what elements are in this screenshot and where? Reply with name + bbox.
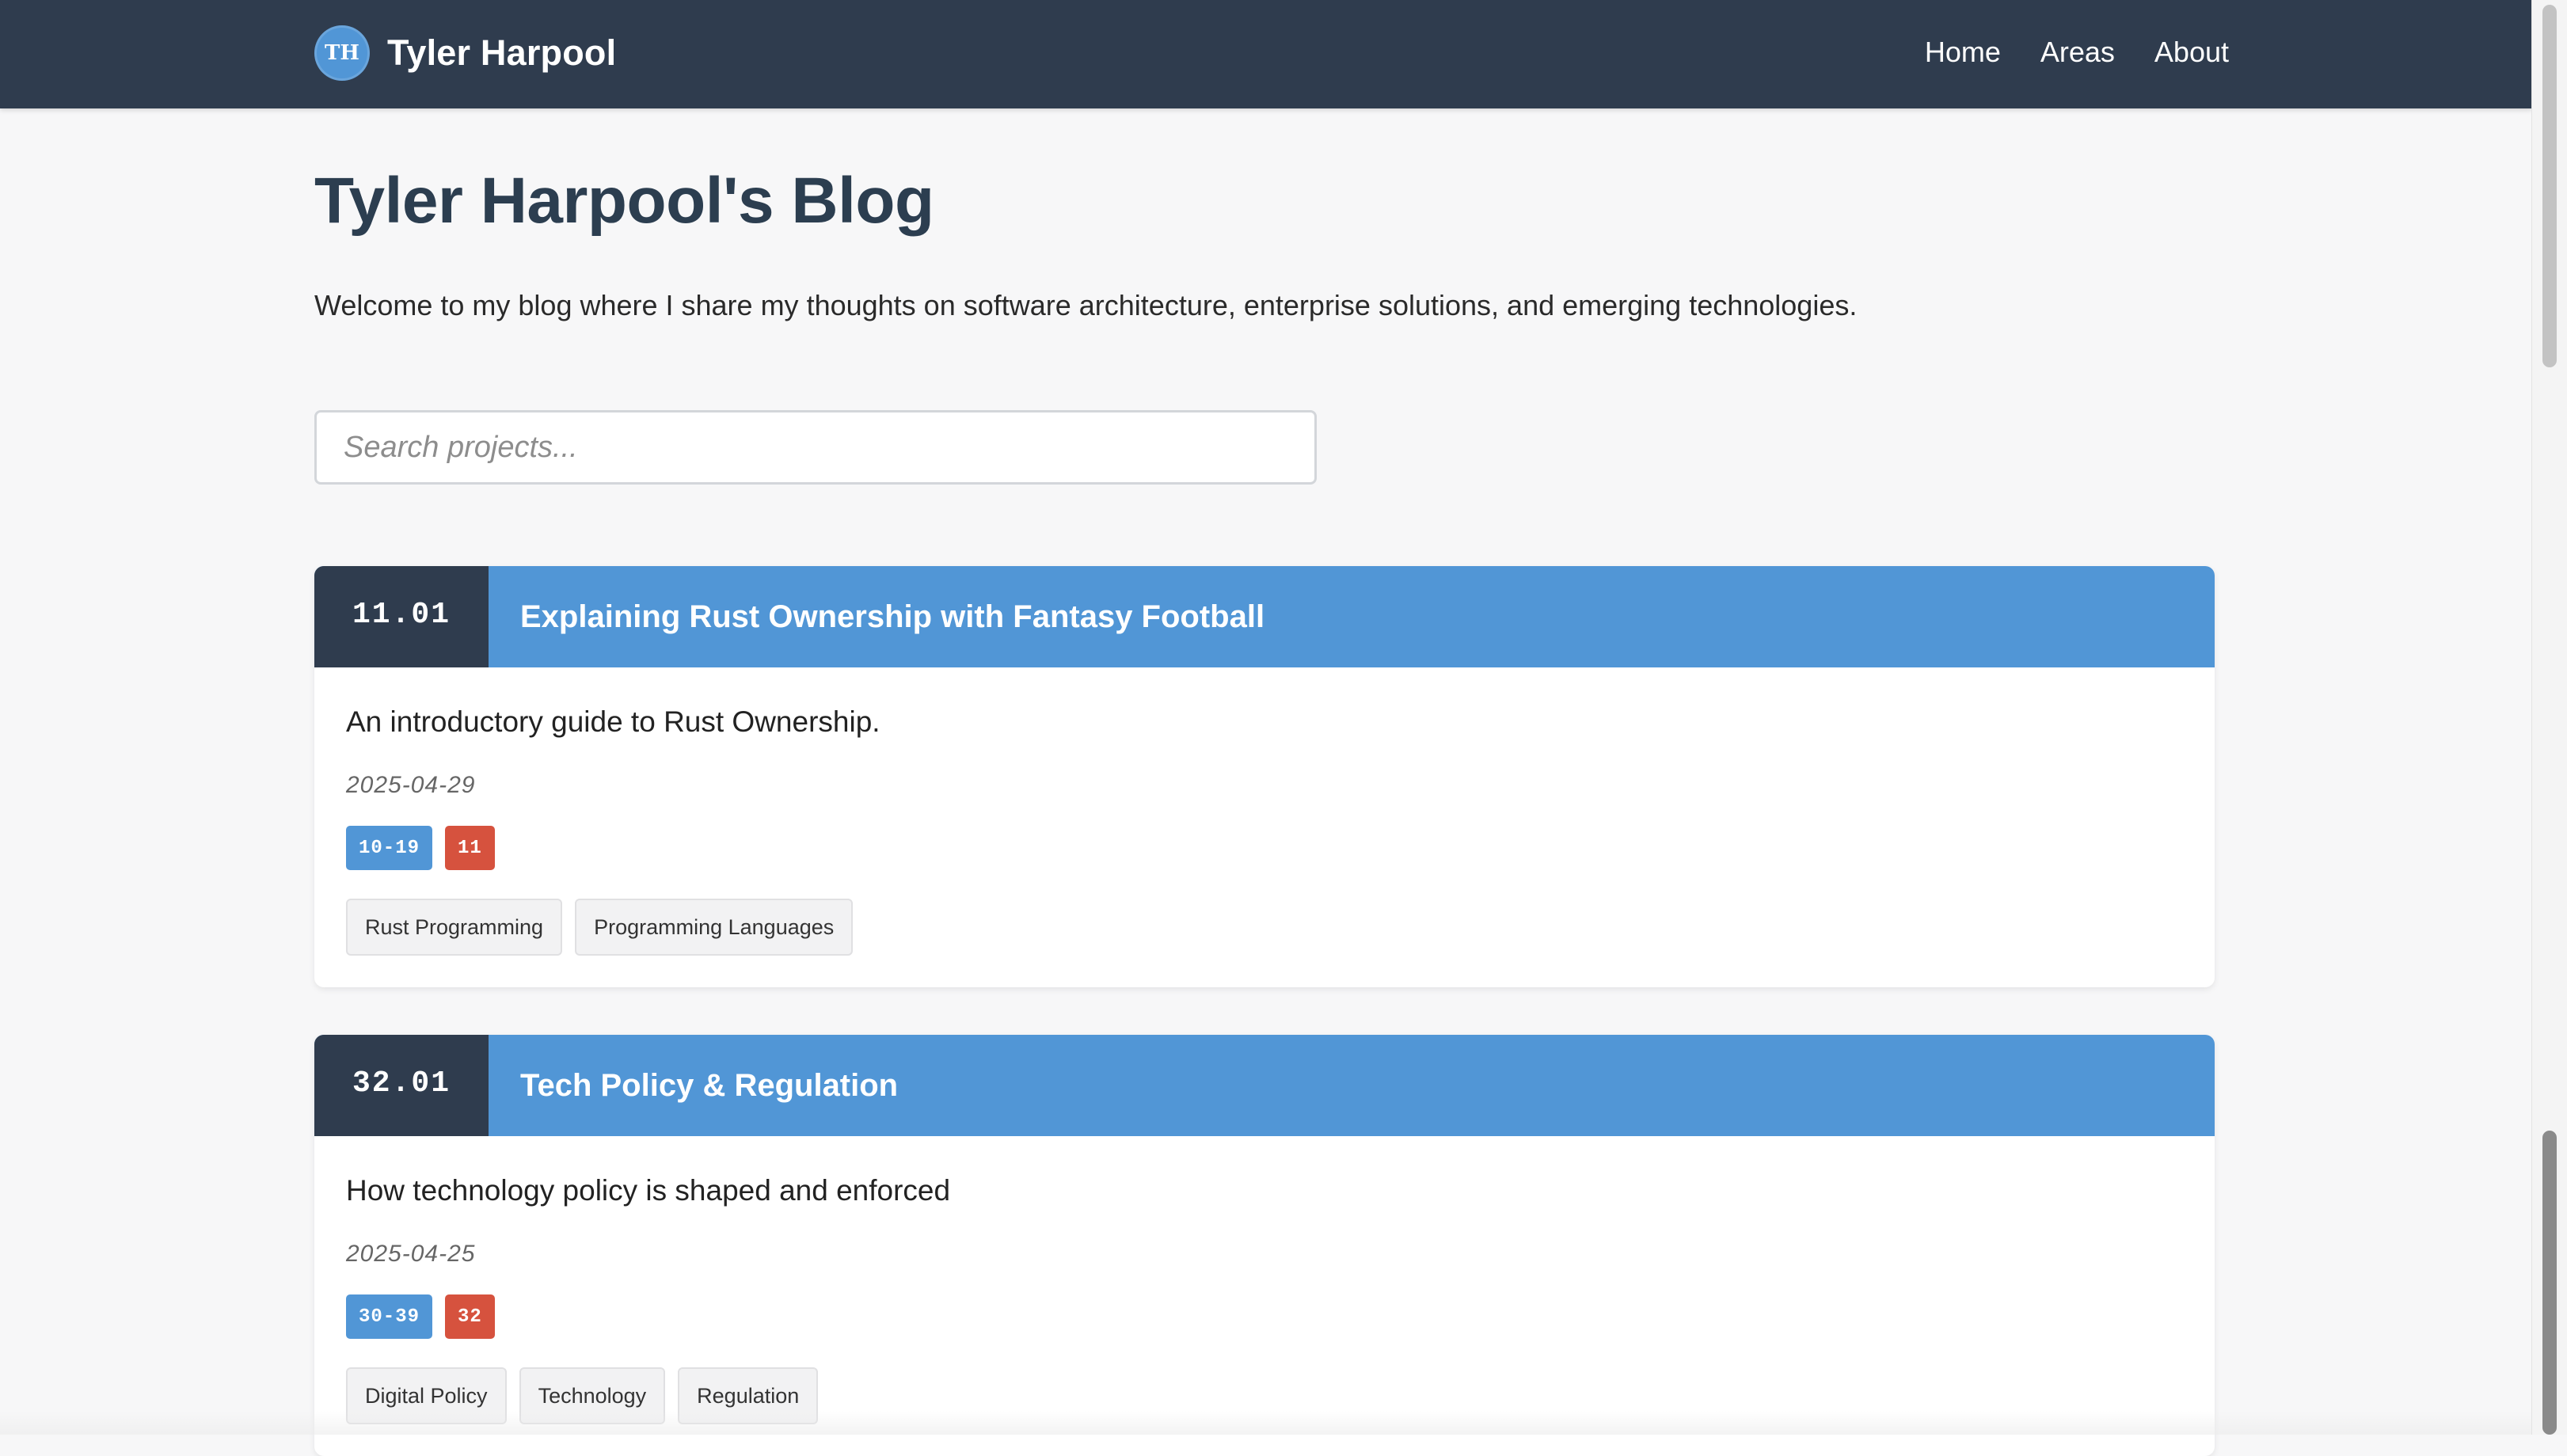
vertical-scrollbar[interactable] xyxy=(2531,0,2567,1435)
project-title-link[interactable]: Explaining Rust Ownership with Fantasy F… xyxy=(520,599,1264,635)
tag-chip[interactable]: Regulation xyxy=(678,1367,819,1424)
page-title: Tyler Harpool's Blog xyxy=(314,165,934,237)
top-navbar: TH Tyler Harpool Home Areas About xyxy=(0,0,2532,108)
project-id-badge: 11.01 xyxy=(314,566,489,667)
tag-chip[interactable]: Technology xyxy=(519,1367,666,1424)
project-card-body: An introductory guide to Rust Ownership.… xyxy=(314,667,2215,987)
intro-text: Welcome to my blog where I share my thou… xyxy=(314,289,1858,321)
scrollbar-thumb-secondary[interactable] xyxy=(2542,1131,2557,1435)
main-nav: Home Areas About xyxy=(1885,30,2229,74)
project-title-link[interactable]: Tech Policy & Regulation xyxy=(520,1068,898,1104)
area-codes: 30-39 32 xyxy=(346,1268,2183,1339)
category-badge[interactable]: 32 xyxy=(445,1294,495,1339)
tag-chip[interactable]: Rust Programming xyxy=(346,899,563,956)
project-id-badge: 32.01 xyxy=(314,1035,489,1136)
tag-chip[interactable]: Programming Languages xyxy=(575,899,854,956)
project-card-header: 32.01 Tech Policy & Regulation xyxy=(314,1035,2215,1136)
nav-link-about[interactable]: About xyxy=(2154,30,2229,74)
project-card-body: How technology policy is shaped and enfo… xyxy=(314,1136,2215,1456)
brand-name[interactable]: Tyler Harpool xyxy=(387,32,616,74)
project-card: 11.01 Explaining Rust Ownership with Fan… xyxy=(314,566,2215,987)
project-description: How technology policy is shaped and enfo… xyxy=(346,1174,951,1207)
tag-chip[interactable]: Digital Policy xyxy=(346,1367,507,1424)
search-input[interactable] xyxy=(314,410,1317,485)
area-range-badge[interactable]: 30-39 xyxy=(346,1294,433,1339)
project-date: 2025-04-29 xyxy=(346,772,476,798)
area-range-badge[interactable]: 10-19 xyxy=(346,826,433,870)
project-card-header: 11.01 Explaining Rust Ownership with Fan… xyxy=(314,566,2215,667)
brand-logo-avatar[interactable]: TH xyxy=(314,25,370,81)
nav-link-home[interactable]: Home xyxy=(1925,30,2001,74)
scrollbar-thumb[interactable] xyxy=(2542,5,2557,367)
project-card: 32.01 Tech Policy & Regulation How techn… xyxy=(314,1035,2215,1456)
project-description: An introductory guide to Rust Ownership. xyxy=(346,705,880,738)
brand[interactable]: TH Tyler Harpool xyxy=(314,25,616,82)
tag-list: Digital Policy Technology Regulation xyxy=(346,1339,2183,1456)
category-badge[interactable]: 11 xyxy=(445,826,495,870)
tag-list: Rust Programming Programming Languages xyxy=(346,870,2183,987)
area-codes: 10-19 11 xyxy=(346,799,2183,870)
nav-link-areas[interactable]: Areas xyxy=(2040,30,2115,74)
project-date: 2025-04-25 xyxy=(346,1241,476,1267)
